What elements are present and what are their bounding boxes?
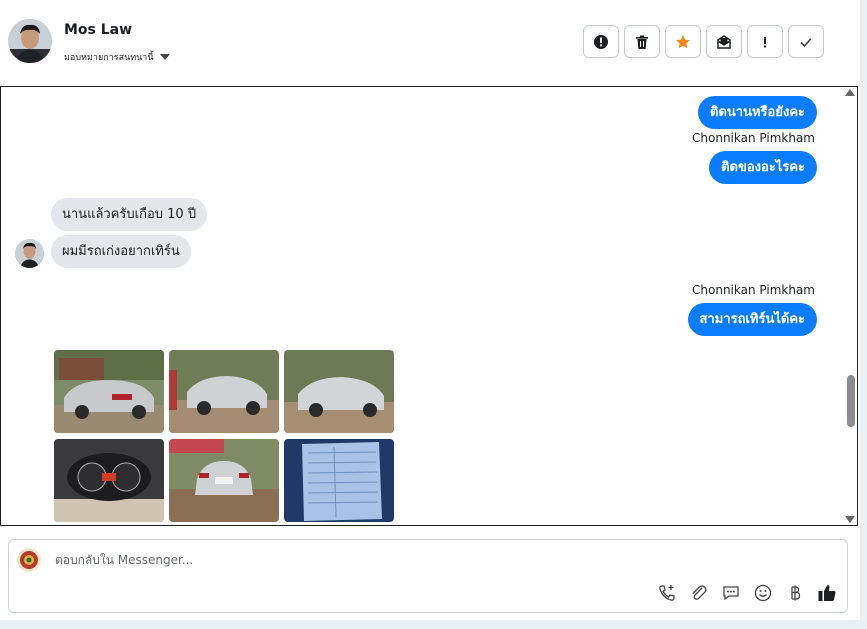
- outgoing-message[interactable]: สามารถเทิร์นได้คะ: [687, 303, 817, 336]
- incoming-message[interactable]: ผมมีรถเก่งอยากเทิร์น: [51, 235, 191, 268]
- document-photo[interactable]: [284, 439, 394, 522]
- reply-input[interactable]: [53, 552, 757, 568]
- scroll-down-arrow-icon[interactable]: [845, 516, 855, 523]
- phone-add-button[interactable]: [657, 583, 677, 603]
- car-photo[interactable]: [169, 350, 279, 433]
- mark-spam-button[interactable]: [583, 25, 619, 58]
- dashboard-photo[interactable]: [54, 439, 164, 522]
- scroll-up-arrow-icon[interactable]: [845, 89, 855, 96]
- caret-down-icon: [159, 54, 170, 60]
- contact-name[interactable]: Mos Law: [64, 22, 132, 38]
- outgoing-message[interactable]: ติดนานหรือยังคะ: [698, 96, 817, 129]
- incoming-message[interactable]: นานแล้วครับเกือบ 10 ปี: [51, 198, 208, 231]
- outgoing-message[interactable]: ติดของอะไรคะ: [709, 151, 817, 184]
- check-icon: [800, 37, 812, 47]
- scrollbar-thumb[interactable]: [847, 375, 855, 427]
- conversation-header: Mos Law มอบหมายการสนทนานี้: [0, 0, 860, 86]
- mark-unread-button[interactable]: [706, 25, 742, 58]
- conversation-toolbar: [583, 25, 824, 58]
- payment-button[interactable]: [785, 583, 805, 603]
- page-edge: [860, 0, 867, 629]
- page-edge: [0, 620, 867, 629]
- mail-unread-icon: [717, 34, 731, 49]
- car-photo[interactable]: [54, 350, 164, 433]
- contact-avatar[interactable]: [8, 19, 52, 63]
- attach-button[interactable]: [689, 583, 709, 603]
- sender-name: Chonnikan Pimkham: [692, 283, 815, 297]
- saved-reply-icon: [723, 586, 739, 601]
- attachment-icon: [692, 585, 707, 600]
- car-photo[interactable]: [284, 350, 394, 433]
- phone-add-icon: [659, 585, 675, 601]
- composer-toolbar: [657, 583, 837, 603]
- emoji-icon: [754, 584, 772, 602]
- reply-composer: [8, 539, 848, 613]
- done-button[interactable]: [788, 25, 824, 58]
- sender-name: Chonnikan Pimkham: [692, 131, 815, 145]
- trash-icon: [636, 35, 648, 49]
- message-thread[interactable]: ติดนานหรือยังคะ Chonnikan Pimkham ติดของ…: [0, 86, 858, 526]
- exclamation-icon: [764, 36, 766, 47]
- thumbs-up-icon: [818, 585, 836, 601]
- follow-up-button[interactable]: [747, 25, 783, 58]
- like-button[interactable]: [817, 583, 837, 603]
- baht-icon: [791, 585, 801, 601]
- emoji-button[interactable]: [753, 583, 773, 603]
- photo-attachments: [54, 350, 394, 522]
- star-button[interactable]: [665, 25, 701, 58]
- alert-circle-icon: [594, 34, 608, 49]
- contact-avatar-small: [15, 239, 44, 268]
- delete-button[interactable]: [624, 25, 660, 58]
- assign-label: มอบหมายการสนทนานี้: [64, 53, 154, 63]
- assign-conversation-dropdown[interactable]: มอบหมายการสนทนานี้: [64, 50, 170, 64]
- saved-reply-button[interactable]: [721, 583, 741, 603]
- car-rear-photo[interactable]: [169, 439, 279, 522]
- page-avatar: [17, 548, 41, 572]
- star-icon: [676, 34, 690, 48]
